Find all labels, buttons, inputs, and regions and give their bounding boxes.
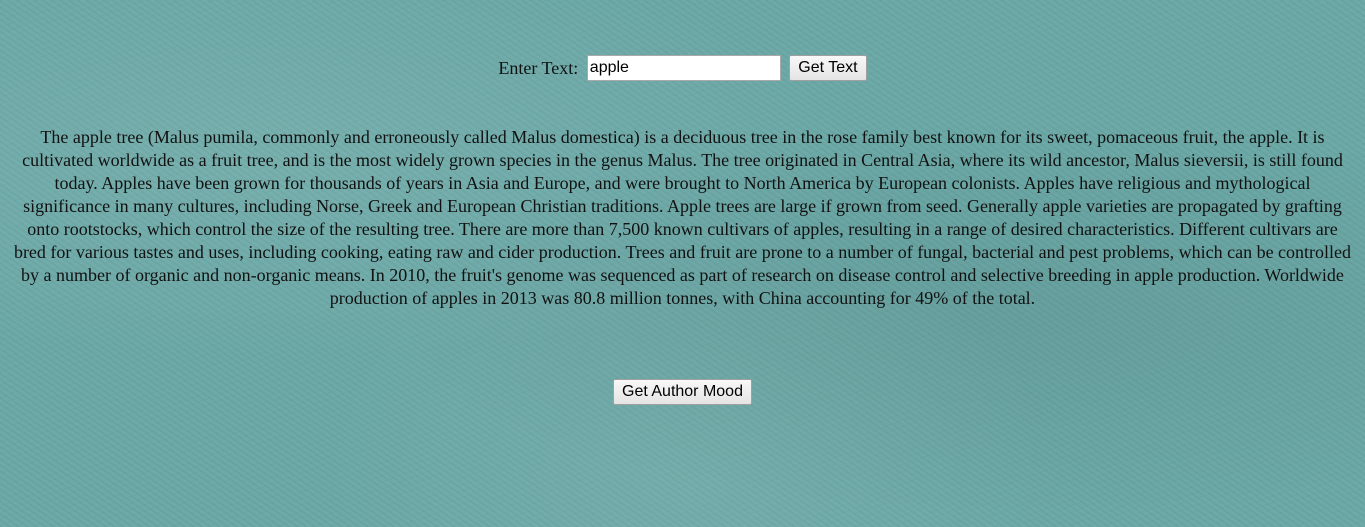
text-input[interactable] bbox=[586, 54, 781, 81]
get-text-button[interactable]: Get Text bbox=[789, 54, 867, 81]
result-paragraph: The apple tree (Malus pumila, commonly a… bbox=[13, 127, 1352, 308]
get-author-mood-button[interactable]: Get Author Mood bbox=[613, 379, 752, 405]
enter-text-label: Enter Text: bbox=[498, 57, 579, 78]
mood-action-row: Get Author Mood bbox=[0, 379, 1365, 405]
text-entry-form: Enter Text: Get Text bbox=[0, 53, 1365, 81]
